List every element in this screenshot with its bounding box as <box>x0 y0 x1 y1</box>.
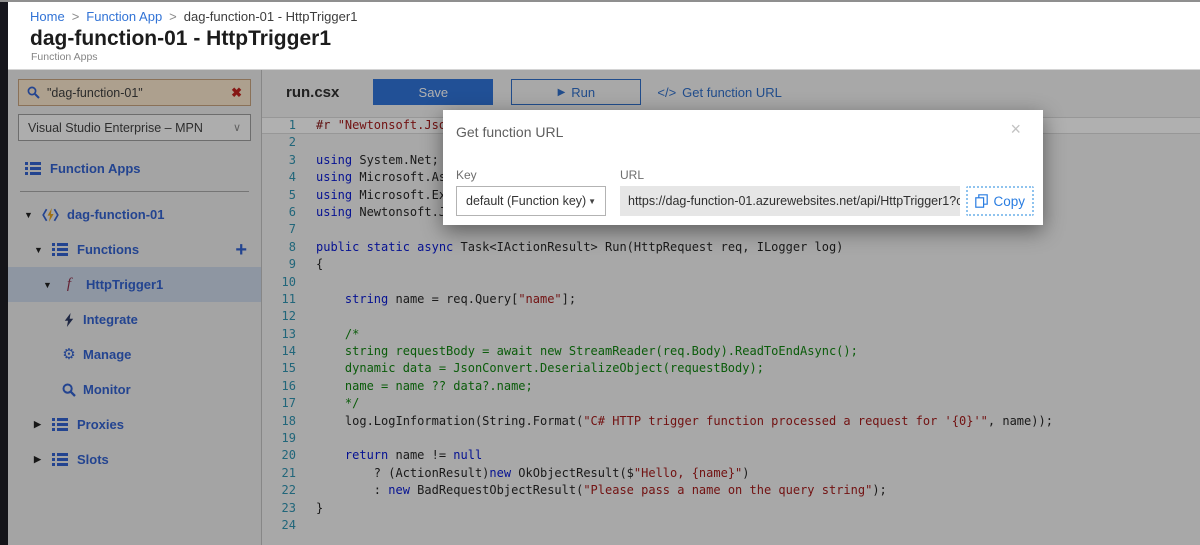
get-function-url-dialog: Get function URL × Key default (Function… <box>443 110 1043 225</box>
copy-button[interactable]: Copy <box>966 186 1034 216</box>
page-subtitle: Function Apps <box>31 51 1200 63</box>
function-url-value: https://dag-function-01.azurewebsites.ne… <box>628 194 960 208</box>
chevron-down-icon: ▼ <box>588 197 596 206</box>
copy-icon <box>975 194 988 208</box>
azure-portal-page: Home > Function App > dag-function-01 - Http… <box>0 0 1200 545</box>
breadcrumb-separator: > <box>72 9 80 24</box>
page-header: Home > Function App > dag-function-01 - Http… <box>8 2 1200 70</box>
close-icon[interactable]: × <box>1010 119 1021 140</box>
dialog-form-row: Key default (Function key) ▼ URL https:/… <box>456 168 1034 216</box>
key-field-group: Key default (Function key) ▼ <box>456 168 606 216</box>
key-label: Key <box>456 168 606 182</box>
breadcrumb-current: dag-function-01 - HttpTrigger1 <box>184 9 358 24</box>
breadcrumb-home[interactable]: Home <box>30 9 65 24</box>
page-title: dag-function-01 - HttpTrigger1 <box>30 27 1200 51</box>
url-label: URL <box>620 168 960 182</box>
breadcrumb-function-app[interactable]: Function App <box>86 9 162 24</box>
dialog-title: Get function URL <box>456 124 563 140</box>
key-dropdown-value: default (Function key) <box>466 194 586 208</box>
breadcrumb: Home > Function App > dag-function-01 - Http… <box>8 2 1200 24</box>
url-field-group: URL https://dag-function-01.azurewebsite… <box>620 168 960 216</box>
breadcrumb-separator: > <box>169 9 177 24</box>
function-url-field[interactable]: https://dag-function-01.azurewebsites.ne… <box>620 186 960 216</box>
key-dropdown[interactable]: default (Function key) ▼ <box>456 186 606 216</box>
